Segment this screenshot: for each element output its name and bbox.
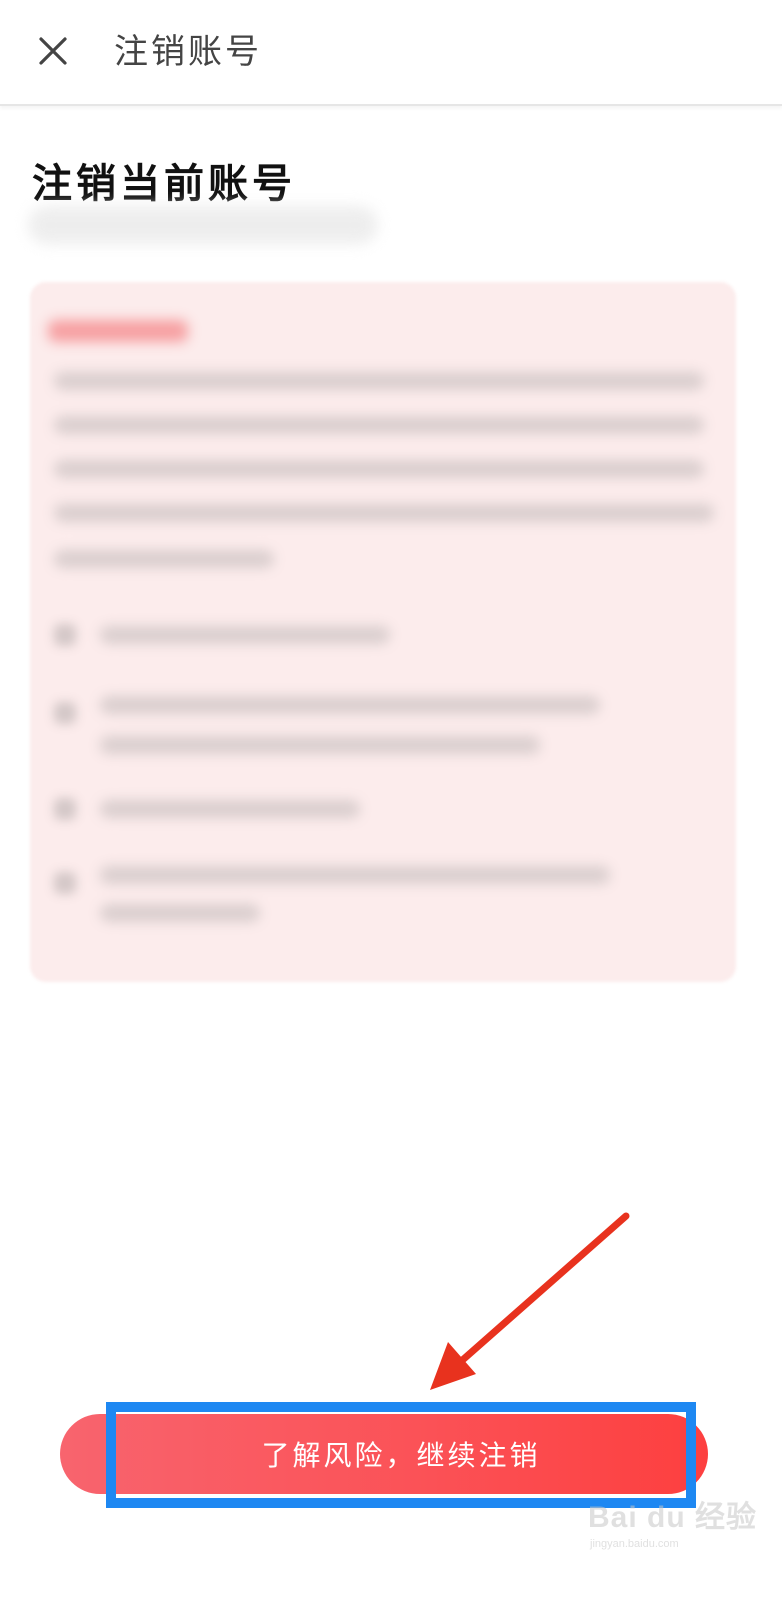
page-heading: 注销当前账号 xyxy=(32,161,296,207)
risk-notice-heading-redacted xyxy=(48,320,188,342)
list-bullet-redacted xyxy=(54,872,76,894)
list-bullet-redacted xyxy=(54,624,76,646)
list-item-text-redacted xyxy=(100,736,540,754)
close-button[interactable] xyxy=(26,24,80,78)
notice-text-redacted xyxy=(54,550,274,568)
continue-cancellation-button[interactable] xyxy=(60,1414,708,1494)
list-bullet-redacted xyxy=(54,798,76,820)
app-bar-title: 注销账号 xyxy=(114,32,262,72)
account-info-redacted xyxy=(28,206,378,244)
watermark: Bai du 经验 jingyan.baidu.com xyxy=(588,1488,758,1568)
list-item-text-redacted xyxy=(100,626,390,644)
app-bar: 注销账号 xyxy=(0,0,782,106)
watermark-url: jingyan.baidu.com xyxy=(590,1538,679,1550)
notice-text-redacted xyxy=(54,416,704,434)
list-bullet-redacted xyxy=(54,702,76,724)
list-item-text-redacted xyxy=(100,696,600,714)
list-item-text-redacted xyxy=(100,866,610,884)
list-item-text-redacted xyxy=(100,800,360,818)
notice-text-redacted xyxy=(54,504,714,522)
notice-text-redacted xyxy=(54,372,704,390)
risk-notice-card xyxy=(30,282,736,982)
screen: 注销账号 注销当前账号 了解风险，继续注销 Bai du 经验 jingyan.… xyxy=(0,0,782,1600)
list-item-text-redacted xyxy=(100,904,260,922)
close-icon xyxy=(39,37,67,65)
watermark-logo: Bai du 经验 xyxy=(588,1501,758,1534)
notice-text-redacted xyxy=(54,460,704,478)
